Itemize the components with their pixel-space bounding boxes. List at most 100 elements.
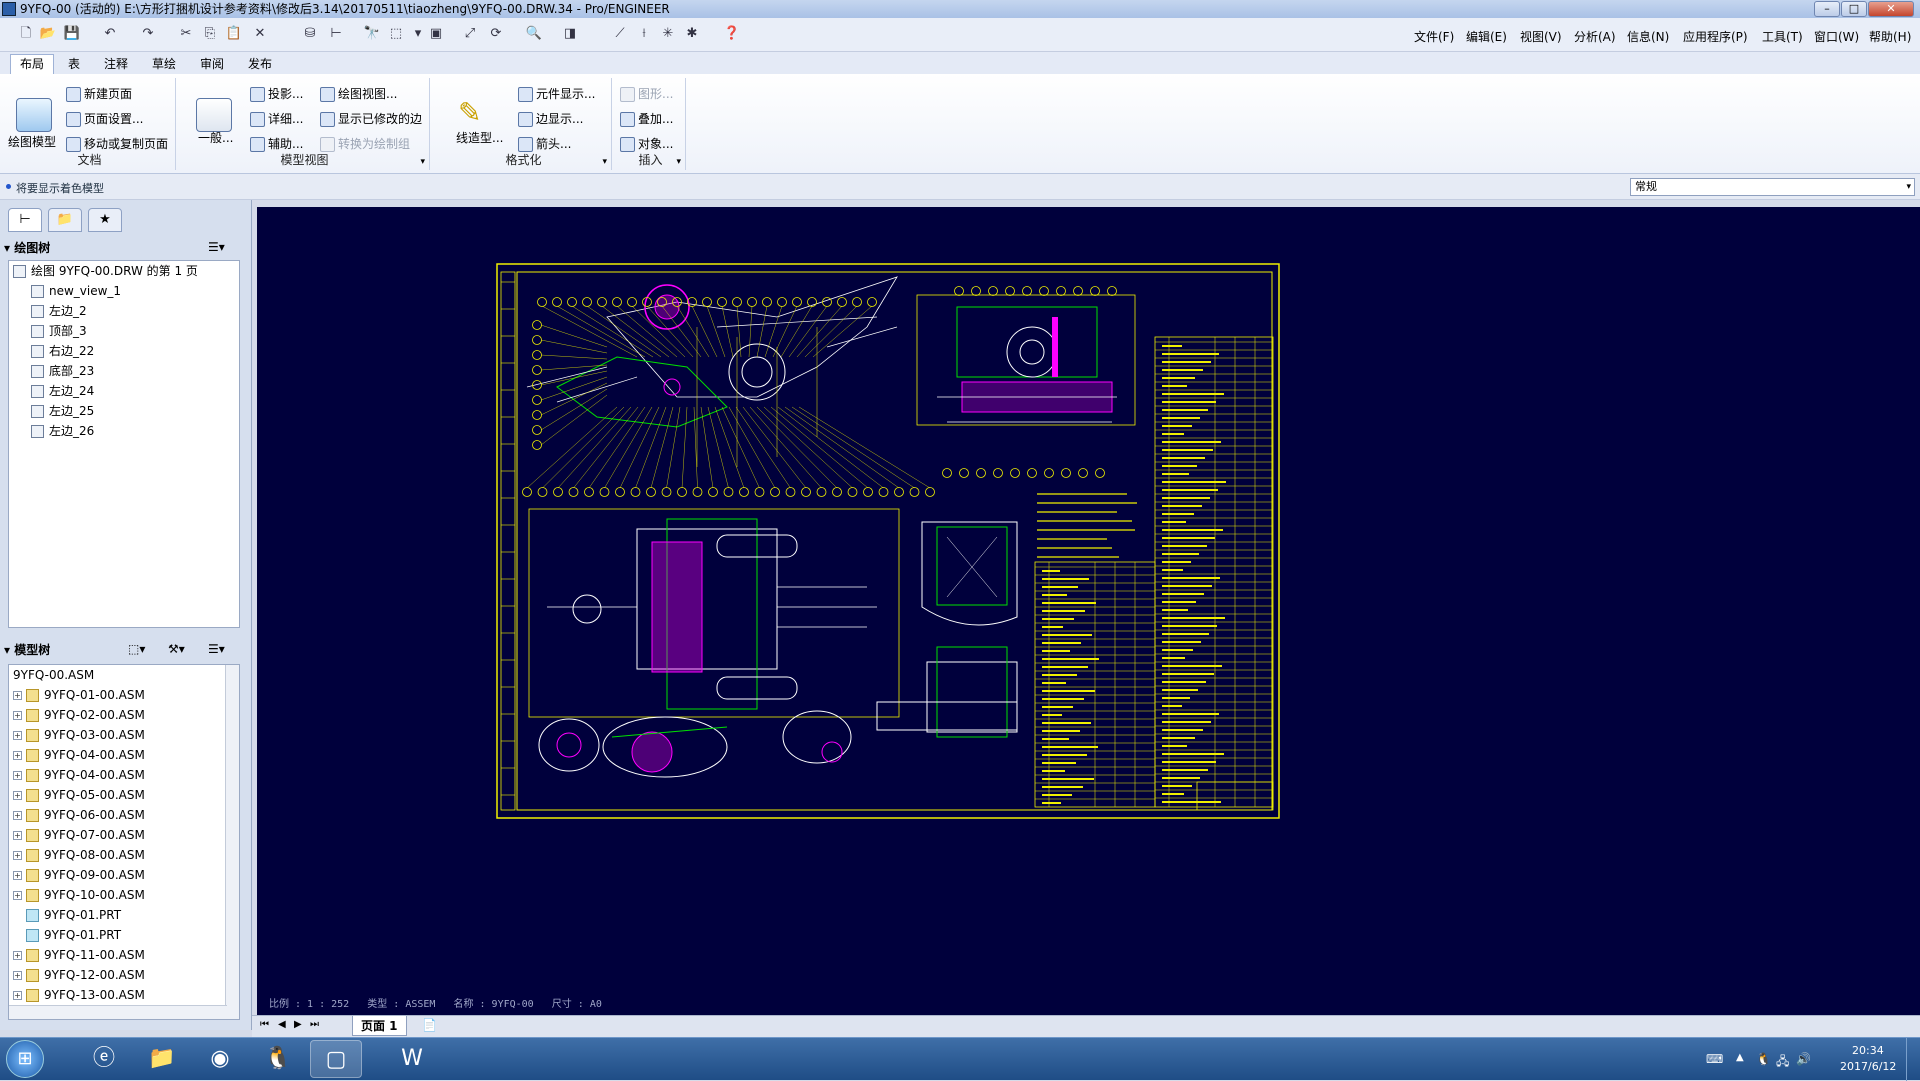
expand-icon[interactable]: + [13,951,22,960]
tab-table[interactable]: 表 [58,54,90,74]
drawing-sheet-svg[interactable] [257,207,1920,1018]
chevron-down-icon[interactable]: ▾ [676,157,681,167]
cut-icon[interactable]: ✂ [176,24,196,44]
expand-icon[interactable]: + [13,851,22,860]
save-icon[interactable]: 💾 [62,24,82,44]
next-sheet-button[interactable]: ▶ [294,1019,302,1030]
drawing-model-button[interactable]: 绘图模型 [8,132,56,152]
line-style-button[interactable]: 线造型... [456,128,503,148]
refit-icon[interactable]: ⤢ [460,24,480,44]
csys-icon[interactable]: ✱ [682,24,702,44]
undo-icon[interactable]: ↶ [100,24,120,44]
drawing-tree-item[interactable]: 左边_26 [9,421,239,441]
expand-icon[interactable]: + [13,711,22,720]
overlay-button[interactable]: 叠加... [620,109,673,129]
window-icon[interactable]: ▣ [426,24,446,44]
datum-point-icon[interactable]: ✳ [658,24,678,44]
new-sheet-button[interactable]: 新建页面 [66,84,132,104]
model-tree-item[interactable]: +9YFQ-04-00.ASM [9,745,239,765]
expand-icon[interactable]: + [13,811,22,820]
menu-tools[interactable]: 工具(T) [1762,28,1803,45]
expand-icon[interactable]: + [13,751,22,760]
tab-model-tree[interactable]: ⊢ [8,208,42,232]
word-icon[interactable]: W [386,1040,438,1078]
tab-sketch[interactable]: 草绘 [142,54,186,74]
model-tree-item[interactable]: +9YFQ-02-00.ASM [9,705,239,725]
tab-annotate[interactable]: 注释 [94,54,138,74]
new-icon[interactable]: 🗋 [16,24,36,44]
model-tree-show-icon[interactable]: ⬚▾ [128,642,145,656]
model-tree-item[interactable]: 9YFQ-01.PRT [9,905,239,925]
model-tree-settings-icon[interactable]: ☰▾ [208,642,225,656]
tray-network-icon[interactable]: 🖧 [1776,1052,1789,1073]
drawing-tree-root[interactable]: 绘图 9YFQ-00.DRW 的第 1 页 [9,261,239,281]
drawing-view-button[interactable]: 绘图视图... [320,84,397,104]
model-tree-item[interactable]: +9YFQ-01-00.ASM [9,685,239,705]
model-tree-filter-icon[interactable]: ⚒▾ [168,642,185,656]
model-tree-item[interactable]: +9YFQ-11-00.ASM [9,945,239,965]
model-tree-item[interactable]: +9YFQ-04-00.ASM [9,765,239,785]
model-tree-item[interactable]: +9YFQ-09-00.ASM [9,865,239,885]
general-view-icon[interactable] [196,98,232,132]
show-modified-edges-button[interactable]: 显示已修改的边 [320,109,422,129]
drawing-tree-settings-icon[interactable]: ☰▾ [208,240,236,256]
chevron-down-icon[interactable]: ▾ [420,157,425,167]
chevron-down-icon[interactable]: ▾ [602,157,607,167]
expand-icon[interactable]: + [13,831,22,840]
page-setup-button[interactable]: 页面设置... [66,109,143,129]
model-tree-item[interactable]: 9YFQ-01.PRT [9,925,239,945]
drawing-model-icon[interactable] [16,98,52,132]
proe-icon[interactable]: ▢ [310,1040,362,1078]
select-box-icon[interactable]: ⬚ [386,24,406,44]
sheet-tab-1[interactable]: 页面 1 [352,1016,407,1036]
drawing-tree-item[interactable]: 右边_22 [9,341,239,361]
model-tree-item[interactable]: +9YFQ-07-00.ASM [9,825,239,845]
ie-icon[interactable]: ⓔ [78,1040,130,1078]
tray-qq-icon[interactable]: 🐧 [1756,1052,1771,1066]
repaint-icon[interactable]: ⟳ [486,24,506,44]
menu-view[interactable]: 视图(V) [1520,28,1562,45]
expand-icon[interactable]: + [13,891,22,900]
model-tree-root[interactable]: 9YFQ-00.ASM [9,665,239,685]
model-tree-item[interactable]: +9YFQ-03-00.ASM [9,725,239,745]
tray-volume-icon[interactable]: 🔊 [1796,1052,1811,1066]
prev-sheet-button[interactable]: ◀ [278,1019,286,1030]
drawing-tree-item[interactable]: 左边_24 [9,381,239,401]
expand-icon[interactable]: + [13,871,22,880]
qq-icon[interactable]: 🐧 [252,1040,304,1078]
drawing-tree-item[interactable]: 左边_2 [9,301,239,321]
open-icon[interactable]: 📂 [38,24,58,44]
tab-folder-browser[interactable]: 📁 [48,208,82,232]
pencil-icon[interactable]: ✎ [458,96,481,129]
redo-icon[interactable]: ↷ [138,24,158,44]
model-tree-item[interactable]: +9YFQ-10-00.ASM [9,885,239,905]
select-dropdown-icon[interactable]: ▾ [408,24,428,44]
datum-axis-icon[interactable]: ⟊ [634,24,654,44]
model-tree-item[interactable]: +9YFQ-12-00.ASM [9,965,239,985]
copy-icon[interactable]: ⎘ [200,24,220,44]
menu-edit[interactable]: 编辑(E) [1466,28,1507,45]
clock-time[interactable]: 20:34 [1852,1044,1884,1057]
menu-applications[interactable]: 应用程序(P) [1683,28,1748,45]
drawing-tree-item[interactable]: 左边_25 [9,401,239,421]
detail-button[interactable]: 详细... [250,109,303,129]
model-tree-item[interactable]: +9YFQ-06-00.ASM [9,805,239,825]
find-icon[interactable]: 🔭 [362,24,382,44]
edge-display-button[interactable]: 边显示... [518,109,583,129]
shade-icon[interactable]: ◨ [560,24,580,44]
graph-button[interactable]: 图形... [620,84,673,104]
drawing-tree-item[interactable]: 顶部_3 [9,321,239,341]
component-display-button[interactable]: 元件显示... [518,84,595,104]
menu-info[interactable]: 信息(N) [1627,28,1669,45]
drawing-tree-item[interactable]: new_view_1 [9,281,239,301]
drawing-tree-item[interactable]: 底部_23 [9,361,239,381]
model-tree-hscrollbar[interactable] [9,1005,227,1019]
maximize-button[interactable]: □ [1841,1,1867,17]
tray-keyboard-icon[interactable]: ⌨ [1706,1052,1723,1066]
expand-icon[interactable]: + [13,991,22,1000]
menu-file[interactable]: 文件(F) [1414,28,1454,45]
new-sheet-icon[interactable]: 📄 [422,1018,437,1032]
general-view-button[interactable]: 一般... [198,128,233,148]
tree-icon[interactable]: ⊢ [326,24,346,44]
model-tree-item[interactable]: +9YFQ-13-00.ASM [9,985,239,1005]
